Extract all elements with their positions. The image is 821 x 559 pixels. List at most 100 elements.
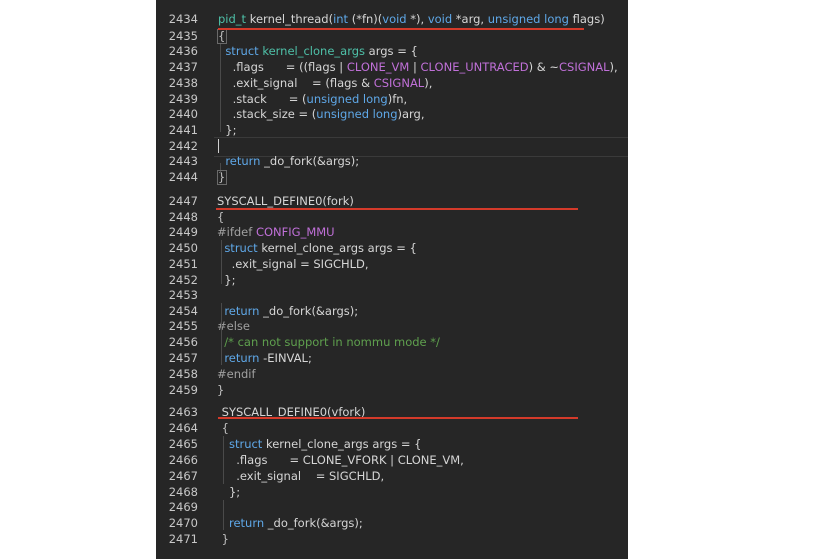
code-token: ) & ~ [528,60,560,74]
line-number: 2458 [168,367,198,381]
code-token: CSIGNAL [373,76,425,90]
code-line[interactable]: 2441 }; [156,122,628,138]
code-line[interactable]: 2466 .flags = CLONE_VFORK | CLONE_VM, [156,452,628,468]
code-token: ), [609,60,618,74]
code-line[interactable]: 2470 return _do_fork(&args); [156,515,628,531]
code-token: return [228,516,265,530]
code-line[interactable]: 2464 { [156,420,628,436]
code-token: .flags = ((flags | [218,60,347,74]
code-text: .exit_signal = SIGCHLD, [218,468,384,484]
code-token: ), [424,76,433,90]
code-line[interactable]: 2450 struct kernel_clone_args args = { [156,240,628,256]
line-number: 2448 [168,210,198,224]
code-text: return _do_fork(&args); [217,303,358,319]
line-number: 2457 [168,351,198,365]
code-token: /* can not support in nommu mode */ [217,335,440,349]
code-text: struct kernel_clone_args args = { [218,436,422,452]
line-number: 2452 [168,273,198,287]
code-token: kernel_clone_args args = { [262,437,422,451]
code-line[interactable]: 2465 struct kernel_clone_args args = { [156,436,628,452]
code-text: #ifdef CONFIG_MMU [217,224,335,240]
code-token: kernel_thread( [246,12,334,26]
brace-match-box [217,170,227,185]
code-text: }; [218,484,240,500]
code-token: struct [224,241,258,255]
code-token: .flags = CLONE_VFORK | CLONE_VM, [218,453,464,467]
code-token: struct [228,437,263,451]
code-token: #endif [217,367,256,381]
code-token: kernel_clone_args args = { [257,241,417,255]
code-line[interactable]: 2471 } [156,531,628,547]
code-line[interactable]: 2436 struct kernel_clone_args args = { [156,43,628,59]
code-token: int [333,12,349,26]
indent-guide [223,436,224,484]
red-underline-annotation [218,28,584,30]
code-line[interactable]: 2434 pid_t kernel_thread(int (*fn)(void *… [156,11,628,27]
brace-match-box [217,29,227,44]
line-number: 2471 [168,532,198,546]
code-token: args = { [365,44,418,58]
code-line[interactable]: 2440 .stack_size = (unsigned long)arg, [156,106,628,122]
code-line[interactable]: 2449 #ifdef CONFIG_MMU [156,224,628,240]
line-number: 2439 [168,92,198,106]
code-token: struct [225,44,259,58]
code-line[interactable]: 2451 .exit_signal = SIGCHLD, [156,256,628,272]
code-line[interactable]: 2459} [156,382,628,398]
code-text: pid_t kernel_thread(int (*fn)(void *), v… [218,11,605,27]
code-line[interactable]: 2455 #else [156,318,628,334]
code-token: (*fn)( [348,12,383,26]
code-text: struct kernel_clone_args args = { [218,43,418,59]
code-token: SYSCALL_DEFINE0(fork) [217,194,354,208]
line-number: 2463 [168,405,198,419]
line-number: 2442 [168,139,198,153]
code-text: .flags = CLONE_VFORK | CLONE_VM, [218,452,464,468]
line-number: 2436 [168,44,198,58]
red-underline-annotation [216,208,578,210]
code-text: .exit_signal = SIGCHLD, [217,256,369,272]
line-number: 2440 [168,107,198,121]
indent-guide [220,44,221,132]
code-text: .flags = ((flags | CLONE_VM | CLONE_UNTR… [218,59,618,75]
code-line[interactable]: 2447 SYSCALL_DEFINE0(fork) [156,193,628,209]
code-text: } [218,531,229,547]
line-number: 2447 [168,194,198,208]
code-token: }; [218,485,241,499]
code-token: | [409,60,421,74]
code-line[interactable]: 2454 return _do_fork(&args); [156,303,628,319]
code-token: unsigned long [316,107,398,121]
code-line[interactable]: 2468 }; [156,484,628,500]
code-line[interactable]: 2452 }; [156,272,628,288]
code-token: { [218,421,229,435]
code-token: CLONE_UNTRACED [420,60,529,74]
code-token: *arg, [452,12,488,26]
code-text: { [218,420,229,436]
line-number: 2456 [168,335,198,349]
code-token: .exit_signal = SIGCHLD, [217,257,369,271]
indent-guide [221,240,222,284]
code-line[interactable]: 2437 .flags = ((flags | CLONE_VM | CLONE… [156,59,628,75]
code-line[interactable]: 2458 #endif [156,366,628,382]
line-number: 2466 [168,453,198,467]
code-token: CSIGNAL [559,60,610,74]
line-number: 2468 [168,485,198,499]
code-line[interactable]: 2439 .stack = (unsigned long)fn, [156,91,628,107]
code-line[interactable]: 2438 .exit_signal = (flags & CSIGNAL), [156,75,628,91]
code-line[interactable]: 2457 return -EINVAL; [156,350,628,366]
line-number: 2459 [168,383,198,397]
line-number: 2438 [168,76,198,90]
line-number: 2455 [168,319,198,333]
code-line[interactable]: 2453 [156,287,628,303]
code-token: kernel_clone_args [262,44,366,58]
code-line[interactable]: 2469 [156,499,628,515]
code-text: return -EINVAL; [217,350,312,366]
code-line[interactable]: 2442 [156,138,628,154]
code-token: { [217,210,225,224]
code-token: void [382,12,407,26]
code-token: .exit_signal = SIGCHLD, [218,469,385,483]
code-line[interactable]: 2448 { [156,209,628,225]
code-editor-panel[interactable]: 2434 pid_t kernel_thread(int (*fn)(void *… [156,0,628,559]
code-line[interactable]: 2443 return _do_fork(&args); [156,153,628,169]
line-number: 2467 [168,469,198,483]
code-line[interactable]: 2456 /* can not support in nommu mode */ [156,334,628,350]
code-line[interactable]: 2467 .exit_signal = SIGCHLD, [156,468,628,484]
